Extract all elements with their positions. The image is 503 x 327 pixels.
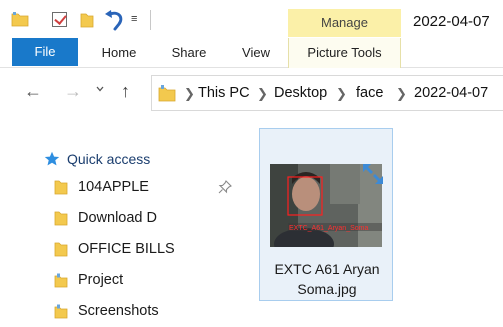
checkbox-icon[interactable]: [52, 12, 67, 27]
tab-file[interactable]: File: [12, 38, 78, 66]
file-tile[interactable]: EXTC_A61_Aryan_Soma EXTC A61 Aryan Soma.…: [259, 128, 393, 301]
tab-picture-tools[interactable]: Picture Tools: [288, 38, 401, 68]
sidebar-item-label: OFFICE BILLS: [78, 241, 175, 257]
breadcrumb-desktop[interactable]: Desktop: [274, 85, 327, 102]
navigation-pane: Quick access 104APPLE Download D OFFICE …: [0, 113, 240, 327]
folder-icon: [158, 85, 176, 102]
address-bar[interactable]: ❯ This PC ❯ Desktop ❯ face ❯ 2022-04-07: [151, 75, 503, 111]
sidebar-item-label: 104APPLE: [78, 179, 149, 195]
folder-icon: [54, 180, 68, 195]
manage-contextual-tab[interactable]: Manage: [288, 9, 401, 37]
pin-icon[interactable]: [218, 180, 232, 194]
thumbnail-caption: EXTC_A61_Aryan_Soma: [289, 225, 368, 232]
folder-icon: [54, 273, 68, 288]
sidebar-item-label: Project: [78, 272, 124, 288]
sidebar-item-label: Screenshots: [78, 303, 159, 319]
folder-icon: [54, 304, 68, 319]
title-bar: ≡ Manage 2022-04-07: [0, 0, 503, 38]
breadcrumb-separator[interactable]: ❯: [336, 85, 347, 102]
toolbar-divider: [150, 10, 151, 30]
breadcrumb-separator[interactable]: ❯: [396, 85, 407, 102]
resize-corner-icon: [363, 164, 383, 184]
tab-share[interactable]: Share: [166, 38, 212, 68]
breadcrumb-separator[interactable]: ❯: [257, 85, 268, 102]
sidebar-item-label: Download D: [78, 210, 157, 226]
tab-view[interactable]: View: [235, 38, 277, 68]
folder-icon[interactable]: [11, 11, 29, 27]
folder-icon: [54, 211, 68, 226]
file-name-line-2: Soma.jpg: [297, 281, 357, 297]
manage-label: Manage: [321, 15, 368, 30]
undo-icon[interactable]: [102, 8, 126, 32]
ribbon-tabs: File Home Share View Picture Tools: [0, 38, 503, 68]
tab-home[interactable]: Home: [96, 38, 142, 68]
quick-access-label: Quick access: [67, 151, 151, 167]
file-explorer-window: ≡ Manage 2022-04-07 File Home Share View…: [0, 0, 503, 327]
recent-locations-chevron-icon[interactable]: [96, 85, 104, 93]
breadcrumb-face[interactable]: face: [356, 85, 383, 102]
file-name-line-1: EXTC A61 Aryan: [274, 261, 380, 277]
address-row: ← → ↑ ❯ This PC ❯ Desktop ❯ face ❯ 2022-…: [0, 75, 503, 113]
breadcrumb-separator[interactable]: ❯: [184, 85, 195, 102]
back-arrow-icon[interactable]: ←: [24, 81, 42, 101]
customize-toolbar-icon[interactable]: ≡: [131, 14, 137, 25]
breadcrumb-this-pc[interactable]: This PC: [198, 85, 250, 102]
up-arrow-icon[interactable]: ↑: [121, 81, 130, 101]
folder-icon[interactable]: [80, 12, 94, 28]
star-icon: [44, 151, 60, 166]
folder-icon: [54, 242, 68, 257]
file-name: EXTC A61 Aryan Soma.jpg: [260, 259, 394, 299]
forward-arrow-icon[interactable]: →: [64, 81, 82, 101]
breadcrumb-current-folder[interactable]: 2022-04-07: [414, 85, 488, 102]
window-title: 2022-04-07: [413, 13, 490, 30]
